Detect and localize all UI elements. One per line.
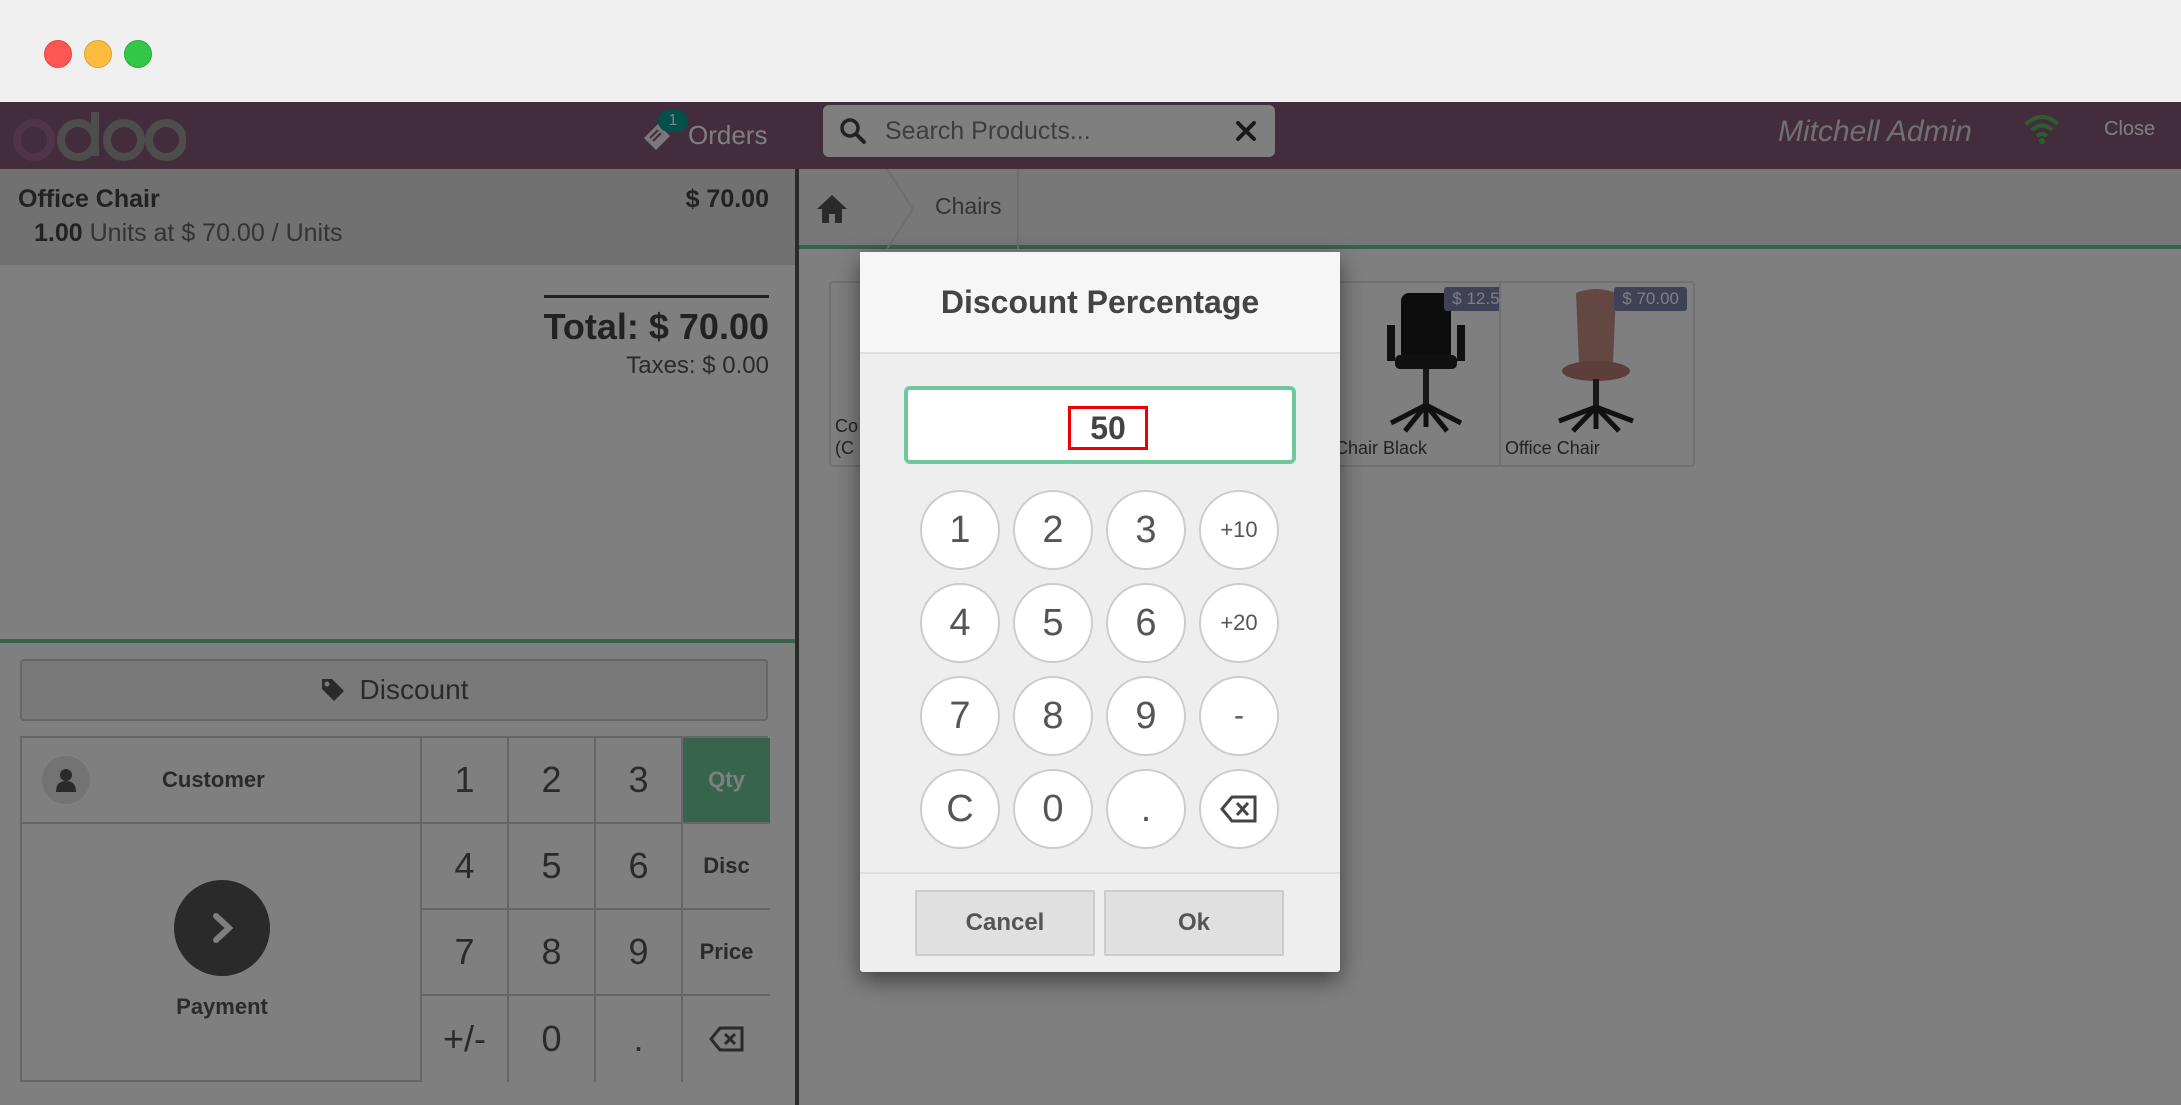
popup-key-2[interactable]: 2 <box>1013 490 1093 570</box>
popup-key-dot[interactable]: . <box>1106 769 1186 849</box>
popup-key-plus-20[interactable]: +20 <box>1199 583 1279 663</box>
popup-key-5[interactable]: 5 <box>1013 583 1093 663</box>
popup-key-1[interactable]: 1 <box>920 490 1000 570</box>
popup-key-clear[interactable]: C <box>920 769 1000 849</box>
popup-footer-divider <box>860 872 1340 874</box>
popup-key-minus[interactable]: - <box>1199 676 1279 756</box>
window-maximize-button[interactable] <box>124 40 152 68</box>
popup-title: Discount Percentage <box>860 252 1340 354</box>
popup-key-3[interactable]: 3 <box>1106 490 1186 570</box>
backspace-icon <box>1220 795 1257 823</box>
discount-value: 50 <box>1068 406 1148 450</box>
popup-key-4[interactable]: 4 <box>920 583 1000 663</box>
popup-key-7[interactable]: 7 <box>920 676 1000 756</box>
discount-value-field[interactable]: 50 <box>904 386 1296 464</box>
popup-key-6[interactable]: 6 <box>1106 583 1186 663</box>
popup-key-0[interactable]: 0 <box>1013 769 1093 849</box>
ok-button[interactable]: Ok <box>1104 890 1284 956</box>
popup-key-9[interactable]: 9 <box>1106 676 1186 756</box>
popup-backspace-button[interactable] <box>1199 769 1279 849</box>
window-titlebar <box>0 0 2181 102</box>
pos-app: 1 Orders Mitchell Admin Close Office Cha… <box>0 102 2181 1105</box>
popup-key-plus-10[interactable]: +10 <box>1199 490 1279 570</box>
discount-popup: Discount Percentage 50 1 2 3 +10 4 5 6 +… <box>860 252 1340 972</box>
cancel-button[interactable]: Cancel <box>915 890 1095 956</box>
window-minimize-button[interactable] <box>84 40 112 68</box>
popup-key-8[interactable]: 8 <box>1013 676 1093 756</box>
window-close-button[interactable] <box>44 40 72 68</box>
